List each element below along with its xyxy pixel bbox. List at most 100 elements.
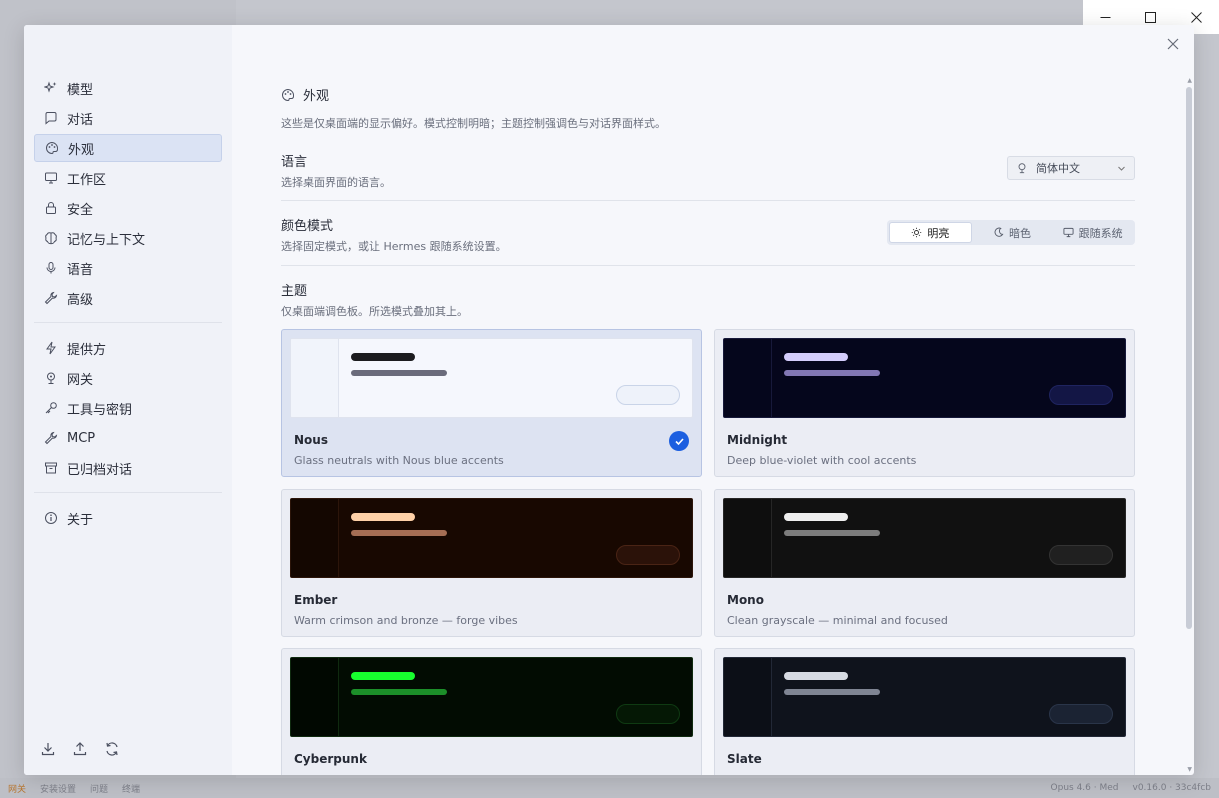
upload-icon[interactable]: [72, 741, 88, 757]
settings-sidebar: 模型 对话 外观 工作区 安全 记忆与上下文 语音 高级 提供方 网关 工具与密…: [24, 25, 232, 775]
settings-dialog: 模型 对话 外观 工作区 安全 记忆与上下文 语音 高级 提供方 网关 工具与密…: [24, 25, 1194, 775]
microphone-icon: [46, 262, 56, 274]
sidebar-item-label: 网关: [67, 372, 94, 388]
settings-content: ▲ ▼ 外观 这些是仅桌面端的显示偏好。模式控制明暗；主题控制强调色与对话界面样…: [232, 25, 1194, 775]
sparkles-icon: [44, 81, 57, 93]
mode-option-label: 暗色: [1009, 226, 1031, 240]
sidebar-item-label: 语音: [67, 262, 94, 278]
sidebar-item-memory[interactable]: 记忆与上下文: [34, 224, 222, 252]
language-label: 语言: [281, 155, 308, 170]
preview-title-bar: [784, 672, 848, 680]
color-mode-label: 颜色模式: [281, 219, 334, 234]
sidebar-item-mcp[interactable]: MCP: [34, 424, 222, 452]
mode-option-label: 明亮: [927, 226, 950, 240]
sidebar-item-workspace[interactable]: 工作区: [34, 164, 222, 192]
color-mode-segmented-control: 明亮 暗色 跟随系统: [887, 220, 1135, 245]
sidebar-item-providers[interactable]: 提供方: [34, 334, 222, 362]
theme-card-slate[interactable]: Slate: [714, 648, 1135, 775]
sidebar-item-label: 高级: [67, 292, 94, 308]
section-description: 这些是仅桌面端的显示偏好。模式控制明暗；主题控制强调色与对话界面样式。: [281, 117, 666, 130]
sidebar-item-label: MCP: [67, 430, 96, 446]
monitor-icon: [45, 172, 57, 184]
theme-desc: Deep blue-violet with cool accents: [727, 454, 917, 467]
preview-sidebar: [291, 658, 339, 736]
preview-sidebar: [291, 339, 339, 417]
sidebar-item-chat[interactable]: 对话: [34, 104, 222, 132]
minimize-icon: [1100, 16, 1111, 18]
brain-icon: [45, 232, 57, 245]
chevron-down-icon: [1118, 166, 1125, 171]
preview-text-bar: [784, 530, 880, 536]
sidebar-item-advanced[interactable]: 高级: [34, 284, 222, 312]
scrollbar-down-arrow[interactable]: ▼: [1187, 766, 1192, 773]
preview-title-bar: [351, 353, 415, 361]
palette-icon: [46, 141, 58, 155]
color-mode-description: 选择固定模式，或让 Hermes 跟随系统设置。: [281, 240, 507, 253]
language-description: 选择桌面界面的语言。: [281, 176, 391, 189]
sidebar-item-gateway[interactable]: 网关: [34, 364, 222, 392]
close-dialog-icon[interactable]: [1166, 37, 1180, 51]
refresh-icon[interactable]: [104, 741, 120, 757]
theme-label: 主题: [281, 284, 308, 299]
theme-card-midnight[interactable]: Midnight Deep blue-violet with cool accen…: [714, 329, 1135, 477]
chat-bubble-icon: [45, 112, 57, 125]
gateway-icon: [47, 372, 55, 384]
language-select[interactable]: 简体中文: [1007, 156, 1135, 180]
section-header: 外观: [281, 85, 329, 104]
theme-preview: [723, 657, 1126, 737]
info-icon: [45, 512, 57, 524]
theme-card-cyberpunk[interactable]: Cyberpunk: [281, 648, 702, 775]
theme-card-nous[interactable]: Nous Glass neutrals with Nous blue accent…: [281, 329, 702, 477]
wrench-icon: [44, 291, 58, 305]
sidebar-item-label: 工具与密钥: [67, 402, 133, 418]
sun-icon: [912, 227, 922, 238]
scrollbar-thumb[interactable]: [1186, 87, 1192, 629]
theme-card-ember[interactable]: Ember Warm crimson and bronze — forge vib…: [281, 489, 702, 637]
mode-option-system[interactable]: 跟随系统: [1052, 222, 1133, 243]
sidebar-item-label: 关于: [67, 512, 94, 528]
status-model: Opus 4.6 · Med: [1050, 783, 1119, 793]
preview-input-pill: [616, 704, 680, 724]
download-icon[interactable]: [40, 741, 56, 757]
preview-text-bar: [784, 689, 880, 695]
preview-sidebar: [724, 339, 772, 417]
preview-sidebar: [724, 658, 772, 736]
selected-check-icon: [669, 431, 689, 451]
sidebar-item-label: 工作区: [67, 172, 107, 188]
language-select-value: 简体中文: [1036, 162, 1080, 175]
globe-icon: [1018, 163, 1026, 174]
theme-card-mono[interactable]: Mono Clean grayscale — minimal and focuse…: [714, 489, 1135, 637]
preview-text-bar: [784, 370, 880, 376]
status-gateway: 网关: [8, 784, 27, 795]
theme-name: Cyberpunk: [294, 752, 367, 766]
theme-name: Midnight: [727, 433, 788, 447]
sidebar-item-label: 外观: [68, 142, 95, 158]
theme-desc: Glass neutrals with Nous blue accents: [294, 454, 504, 467]
sidebar-item-models[interactable]: 模型: [34, 74, 222, 102]
preview-text-bar: [351, 530, 447, 536]
mode-option-dark[interactable]: 暗色: [972, 222, 1053, 243]
preview-sidebar: [291, 499, 339, 577]
sidebar-item-about[interactable]: 关于: [34, 504, 222, 532]
theme-name: Mono: [727, 593, 764, 607]
status-problems: 问题: [90, 784, 109, 795]
mode-option-light[interactable]: 明亮: [889, 222, 972, 243]
sidebar-item-voice[interactable]: 语音: [34, 254, 222, 282]
section-title: 外观: [303, 89, 330, 104]
sidebar-item-tools-keys[interactable]: 工具与密钥: [34, 394, 222, 422]
sidebar-divider: [34, 322, 222, 323]
close-icon: [1190, 11, 1202, 23]
preview-title-bar: [784, 353, 848, 361]
divider: [281, 265, 1135, 266]
background-status-bar: 网关 安装设置 问题 终端 Opus 4.6 · Med v0.16.0 · 3…: [0, 778, 1219, 798]
sidebar-item-label: 模型: [67, 82, 94, 98]
sidebar-item-security[interactable]: 安全: [34, 194, 222, 222]
archive-icon: [45, 462, 57, 474]
sidebar-item-archived[interactable]: 已归档对话: [34, 454, 222, 482]
sidebar-item-appearance[interactable]: 外观: [34, 134, 222, 162]
theme-preview: [290, 338, 693, 418]
status-version: v0.16.0 · 33c4fcb: [1132, 783, 1212, 793]
sidebar-item-label: 对话: [67, 112, 94, 128]
key-icon: [45, 402, 57, 414]
scrollbar-up-arrow[interactable]: ▲: [1187, 77, 1192, 84]
